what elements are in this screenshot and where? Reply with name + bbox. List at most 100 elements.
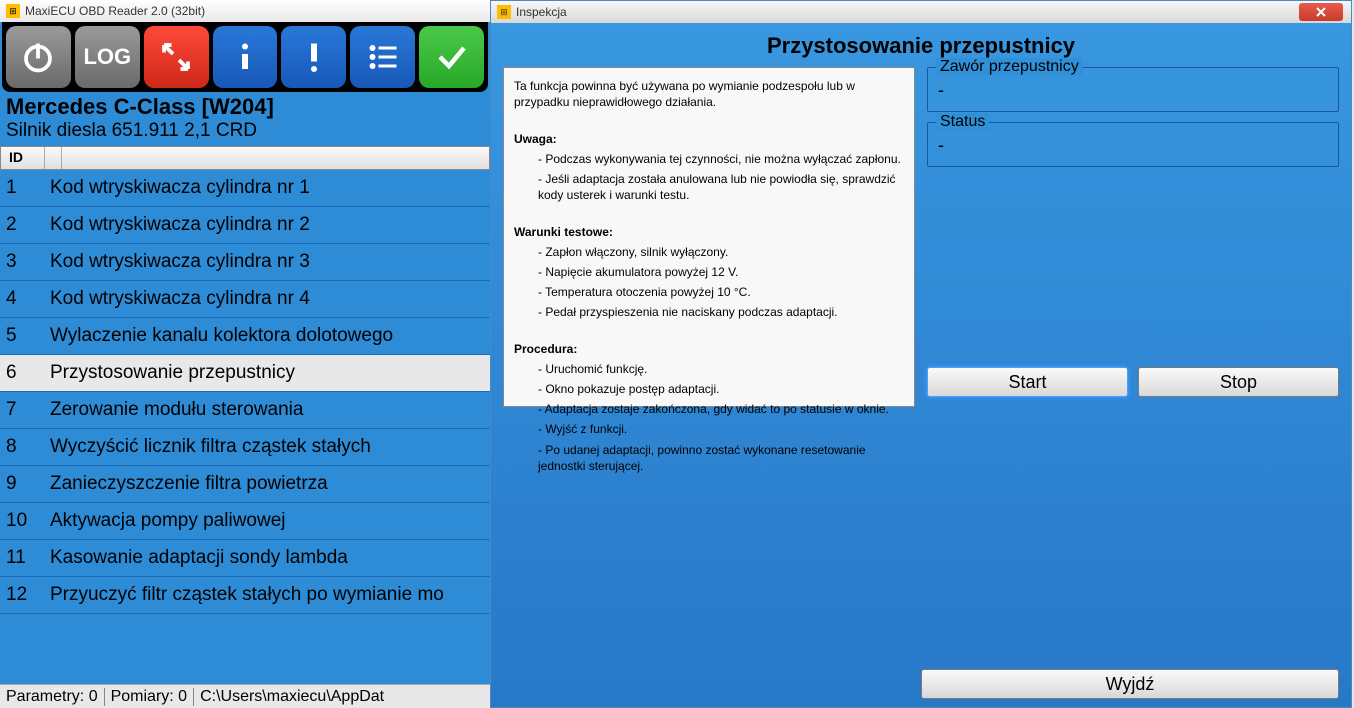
row-id: 9 — [0, 473, 44, 495]
row-desc: Wyczyścić licznik filtra cząstek stałych — [44, 436, 490, 458]
instr-uwaga-1: - Podczas wykonywania tej czynności, nie… — [514, 151, 904, 167]
status-bar: Parametry: 0 Pomiary: 0 C:\Users\maxiecu… — [0, 684, 490, 708]
row-id: 12 — [0, 584, 44, 606]
dialog-content: Ta funkcja powinna być używana po wymian… — [503, 67, 1339, 407]
fullscreen-button[interactable] — [144, 26, 209, 88]
row-id: 7 — [0, 399, 44, 421]
start-button[interactable]: Start — [927, 367, 1128, 397]
status-label: Status — [936, 113, 989, 131]
valve-value: - — [938, 80, 1328, 101]
row-id: 1 — [0, 177, 44, 199]
instr-uwaga-2: - Jeśli adaptacja została anulowana lub … — [514, 171, 904, 203]
row-desc: Kod wtryskiwacza cylindra nr 3 — [44, 251, 490, 273]
instr-warunki-4: - Pedał przyspieszenia nie naciskany pod… — [514, 304, 904, 320]
warning-button[interactable] — [281, 26, 346, 88]
instr-warunki-3: - Temperatura otoczenia powyżej 10 °C. — [514, 284, 904, 300]
power-button[interactable] — [6, 26, 71, 88]
instr-proc-1: - Uruchomić funkcję. — [514, 361, 904, 377]
row-id: 11 — [0, 547, 44, 569]
status-value: - — [938, 135, 1328, 156]
status-params: Parametry: 0 — [6, 688, 105, 706]
row-id: 10 — [0, 510, 44, 532]
row-desc: Zerowanie modułu sterowania — [44, 399, 490, 421]
row-desc: Przyuczyć filtr cząstek stałych po wymia… — [44, 584, 490, 606]
instr-proc-2: - Okno pokazuje postęp adaptacji. — [514, 381, 904, 397]
table-row[interactable]: 3Kod wtryskiwacza cylindra nr 3 — [0, 244, 490, 281]
info-icon — [227, 39, 263, 75]
table-row[interactable]: 9Zanieczyszczenie filtra powietrza — [0, 466, 490, 503]
main-title: MaxiECU OBD Reader 2.0 (32bit) — [25, 4, 205, 18]
power-icon — [20, 39, 56, 75]
app-icon: ⊞ — [6, 4, 20, 18]
ok-button[interactable] — [419, 26, 484, 88]
engine-info: Silnik diesla 651.911 2,1 CRD — [6, 120, 484, 142]
instr-proc-5: - Po udanej adaptacji, powinno zostać wy… — [514, 442, 904, 474]
instr-proc-h: Procedura: — [514, 341, 904, 357]
table-row[interactable]: 6Przystosowanie przepustnicy — [0, 355, 490, 392]
th-desc — [45, 147, 62, 169]
th-id: ID — [1, 147, 45, 169]
row-desc: Zanieczyszczenie filtra powietrza — [44, 473, 490, 495]
table-row[interactable]: 8Wyczyścić licznik filtra cząstek stałyc… — [0, 429, 490, 466]
valve-field: Zawór przepustnicy - — [927, 67, 1339, 112]
table-row[interactable]: 7Zerowanie modułu sterowania — [0, 392, 490, 429]
dialog-heading: Przystosowanie przepustnicy — [503, 33, 1339, 59]
log-label: LOG — [83, 44, 131, 70]
toolbar: LOG — [2, 22, 488, 92]
instr-warunki-h: Warunki testowe: — [514, 224, 904, 240]
row-desc: Kod wtryskiwacza cylindra nr 1 — [44, 177, 490, 199]
info-button[interactable] — [213, 26, 278, 88]
vehicle-name: Mercedes C-Class [W204] — [6, 94, 484, 120]
dialog-titlebar[interactable]: ⊞ Inspekcja — [491, 1, 1351, 23]
instr-intro: Ta funkcja powinna być używana po wymian… — [514, 78, 904, 110]
table-row[interactable]: 1Kod wtryskiwacza cylindra nr 1 — [0, 170, 490, 207]
status-field: Status - — [927, 122, 1339, 167]
exit-button[interactable]: Wyjdź — [921, 669, 1339, 699]
table-row[interactable]: 10Aktywacja pompy paliwowej — [0, 503, 490, 540]
check-icon — [434, 39, 470, 75]
status-pomiary: Pomiary: 0 — [111, 688, 194, 706]
table-row[interactable]: 12Przyuczyć filtr cząstek stałych po wym… — [0, 577, 490, 614]
action-buttons: Start Stop — [927, 367, 1339, 397]
valve-label: Zawór przepustnicy — [936, 58, 1083, 76]
stop-button[interactable]: Stop — [1138, 367, 1339, 397]
expand-icon — [158, 39, 194, 75]
row-desc: Aktywacja pompy paliwowej — [44, 510, 490, 532]
table-row[interactable]: 11Kasowanie adaptacji sondy lambda — [0, 540, 490, 577]
right-panel: Zawór przepustnicy - Status - Start Stop — [927, 67, 1339, 407]
close-button[interactable] — [1299, 3, 1343, 21]
dialog-body: Przystosowanie przepustnicy Ta funkcja p… — [491, 23, 1351, 707]
row-desc: Wylaczenie kanalu kolektora dolotowego — [44, 325, 490, 347]
instr-proc-3: - Adaptacja zostaje zakończona, gdy wida… — [514, 401, 904, 417]
table-row[interactable]: 4Kod wtryskiwacza cylindra nr 4 — [0, 281, 490, 318]
row-desc: Przystosowanie przepustnicy — [44, 362, 490, 384]
table-row[interactable]: 2Kod wtryskiwacza cylindra nr 2 — [0, 207, 490, 244]
table-header: ID — [0, 146, 490, 170]
instr-proc-4: - Wyjść z funkcji. — [514, 421, 904, 437]
row-id: 2 — [0, 214, 44, 236]
list-button[interactable] — [350, 26, 415, 88]
main-window: ⊞ MaxiECU OBD Reader 2.0 (32bit) LOG Mer… — [0, 0, 490, 708]
list-icon — [365, 39, 401, 75]
dialog-title-text: Inspekcja — [516, 5, 567, 19]
instructions-panel: Ta funkcja powinna być używana po wymian… — [503, 67, 915, 407]
warning-icon — [296, 39, 332, 75]
dialog-app-icon: ⊞ — [497, 5, 511, 19]
table-row[interactable]: 5Wylaczenie kanalu kolektora dolotowego — [0, 318, 490, 355]
dialog-window: ⊞ Inspekcja Przystosowanie przepustnicy … — [490, 0, 1352, 708]
row-id: 5 — [0, 325, 44, 347]
row-desc: Kasowanie adaptacji sondy lambda — [44, 547, 490, 569]
row-id: 3 — [0, 251, 44, 273]
log-button[interactable]: LOG — [75, 26, 140, 88]
row-id: 8 — [0, 436, 44, 458]
row-desc: Kod wtryskiwacza cylindra nr 2 — [44, 214, 490, 236]
row-id: 6 — [0, 362, 44, 384]
vehicle-info: Mercedes C-Class [W204] Silnik diesla 65… — [0, 92, 490, 144]
status-path: C:\Users\maxiecu\AppDat — [200, 688, 384, 706]
function-table: ID 1Kod wtryskiwacza cylindra nr 12Kod w… — [0, 146, 490, 614]
main-titlebar[interactable]: ⊞ MaxiECU OBD Reader 2.0 (32bit) — [0, 0, 490, 22]
close-icon — [1315, 7, 1327, 17]
instr-uwaga-h: Uwaga: — [514, 131, 904, 147]
row-desc: Kod wtryskiwacza cylindra nr 4 — [44, 288, 490, 310]
instr-warunki-1: - Zapłon włączony, silnik wyłączony. — [514, 244, 904, 260]
